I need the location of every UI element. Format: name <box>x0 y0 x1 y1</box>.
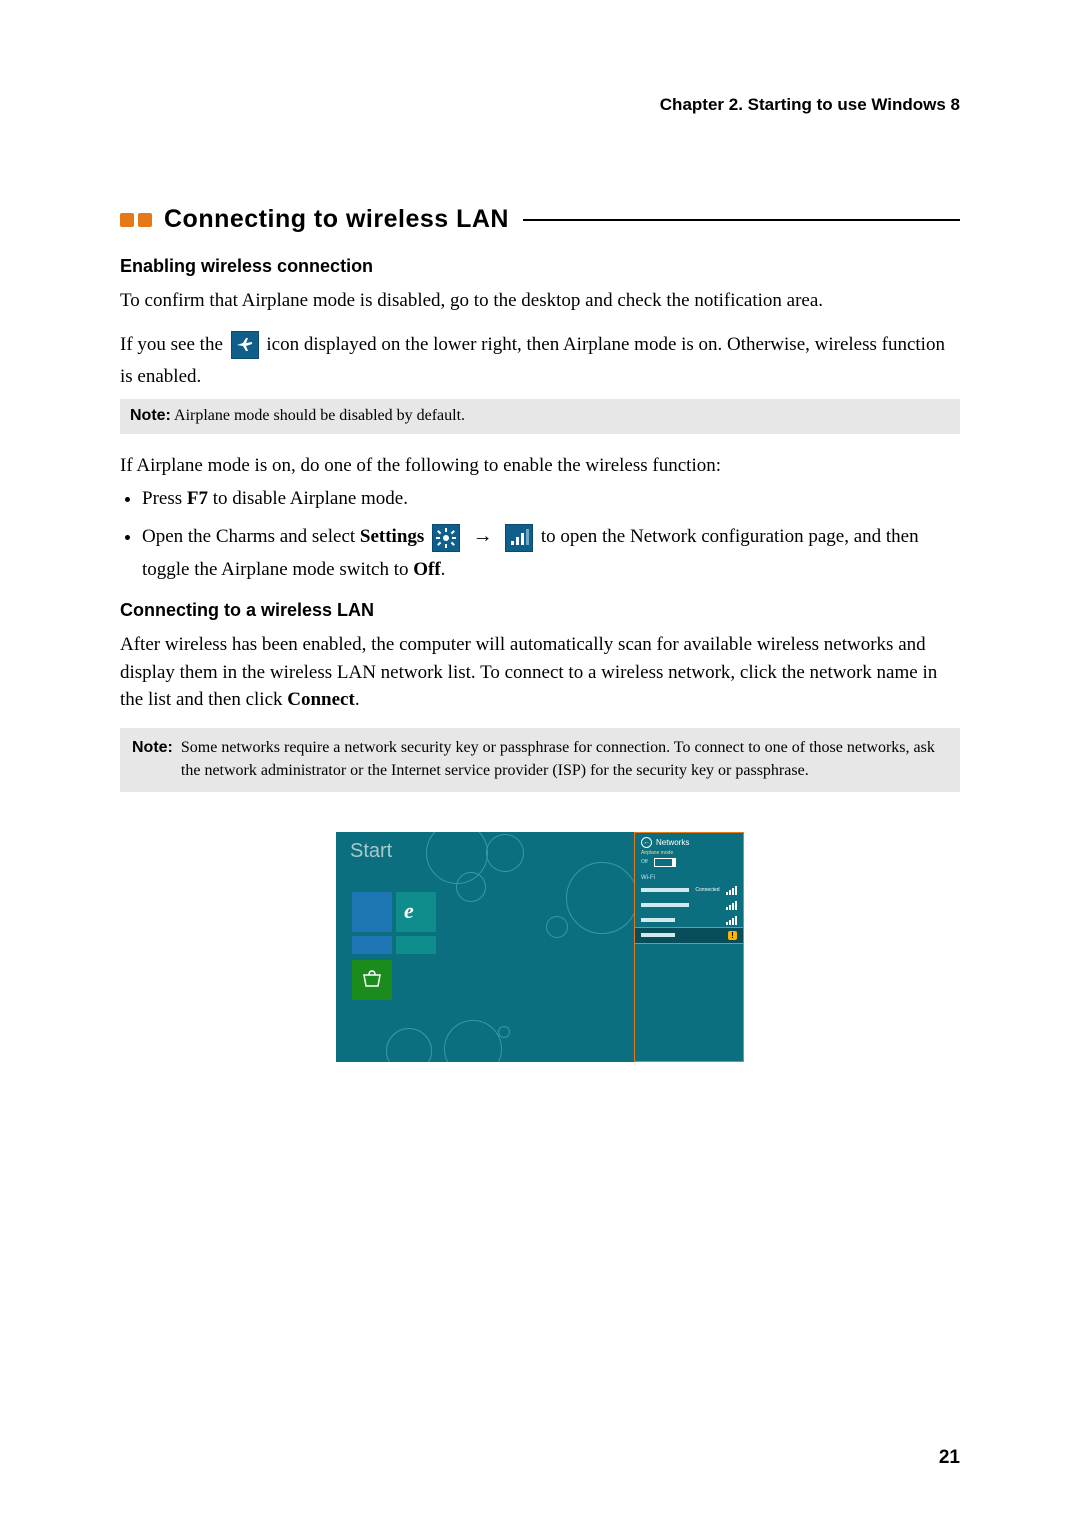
note-label: Note: <box>130 407 171 424</box>
start-screen: Start e <box>336 832 634 1062</box>
paragraph: If Airplane mode is on, do one of the fo… <box>120 452 960 480</box>
network-name-placeholder <box>641 918 675 922</box>
note-label: Note: <box>132 736 173 782</box>
airplane-mode-icon <box>231 331 259 359</box>
tile <box>352 936 392 954</box>
signal-icon <box>726 886 737 895</box>
network-name-placeholder <box>641 903 689 907</box>
signal-icon <box>726 901 737 910</box>
section-title-row: Connecting to wireless LAN <box>120 205 960 234</box>
page-number: 21 <box>939 1447 960 1469</box>
text-fragment: Open the Charms and select <box>142 526 360 547</box>
text-fragment: If you see the <box>120 334 228 355</box>
paragraph: After wireless has been enabled, the com… <box>120 631 960 714</box>
chapter-header: Chapter 2. Starting to use Windows 8 <box>120 95 960 115</box>
bullet-item: Press F7 to disable Airplane mode. <box>142 483 960 515</box>
network-item: Connected <box>635 883 743 898</box>
paragraph-with-icon: If you see the icon displayed on the low… <box>120 329 960 394</box>
panel-title: Networks <box>656 838 689 847</box>
tile-ie: e <box>396 892 436 932</box>
bullet-item: Open the Charms and select Settings <box>142 519 960 586</box>
ie-icon: e <box>404 898 414 924</box>
connected-label: Connected <box>695 887 719 893</box>
note-box: Note: Some networks require a network se… <box>120 728 960 792</box>
section-title: Connecting to wireless LAN <box>164 205 509 234</box>
toggle-state: Off <box>641 859 648 865</box>
settings-gear-icon <box>432 524 460 552</box>
warning-icon: ! <box>728 931 737 940</box>
off-label: Off <box>413 559 440 580</box>
connect-label: Connect <box>287 689 355 710</box>
toggle-switch <box>654 858 674 867</box>
note-text: Some networks require a network security… <box>181 736 948 782</box>
text-fragment: . <box>355 689 360 710</box>
text-fragment: Press <box>142 488 187 509</box>
key-name: F7 <box>187 488 208 509</box>
networks-screenshot: Start e ← <box>336 832 744 1062</box>
text-fragment: to disable Airplane mode. <box>208 488 408 509</box>
subheading-enabling: Enabling wireless connection <box>120 256 960 277</box>
network-item <box>635 898 743 913</box>
section-bullet-icon <box>120 213 152 227</box>
network-item-selected: ! <box>635 928 743 943</box>
section-rule <box>523 219 960 221</box>
note-box: Note: Airplane mode should be disabled b… <box>120 399 960 433</box>
text-fragment: After wireless has been enabled, the com… <box>120 634 937 710</box>
back-arrow-icon: ← <box>641 837 652 848</box>
network-name-placeholder <box>641 933 675 937</box>
bullet-list: Press F7 to disable Airplane mode. Open … <box>120 483 960 586</box>
start-label: Start <box>350 840 392 863</box>
tile <box>396 936 436 954</box>
paragraph: To confirm that Airplane mode is disable… <box>120 287 960 315</box>
subheading-connecting: Connecting to a wireless LAN <box>120 600 960 621</box>
airplane-toggle-row: Off <box>635 856 743 871</box>
wifi-section-label: Wi-Fi <box>635 871 743 883</box>
panel-header: ← Networks <box>635 833 743 850</box>
note-text: Airplane mode should be disabled by defa… <box>171 407 465 424</box>
settings-label: Settings <box>360 526 424 547</box>
networks-panel: ← Networks Airplane mode Off Wi-Fi Conne… <box>634 832 744 1062</box>
network-signal-icon <box>505 524 533 552</box>
signal-icon <box>726 916 737 925</box>
network-item <box>635 913 743 928</box>
tile <box>352 892 392 932</box>
arrow-icon: → <box>473 525 493 547</box>
network-name-placeholder <box>641 888 689 892</box>
tile-store <box>352 960 392 1000</box>
